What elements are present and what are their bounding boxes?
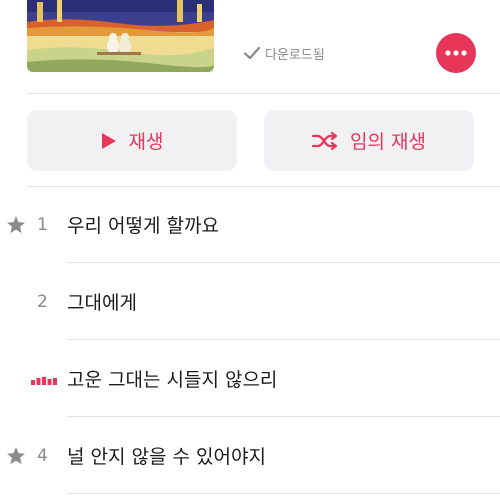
more-options-button[interactable] [436, 33, 476, 73]
album-artwork-painting [27, 0, 214, 72]
track-list: 1 우리 어떻게 할까요 2 그대에게 고운 그대는 시들지 않으리 4 널 안… [0, 186, 500, 494]
play-icon [101, 132, 117, 150]
track-title: 그대에게 [67, 292, 137, 314]
shuffle-button-label: 임의 재생 [350, 131, 426, 153]
download-status-label: 다운로드됨 [265, 47, 325, 63]
track-title: 고운 그대는 시들지 않으리 [67, 369, 278, 391]
track-lead: 4 [5, 417, 57, 494]
header-divider [27, 93, 500, 94]
track-row[interactable]: 4 널 안지 않을 수 있어야지 [0, 417, 500, 494]
shuffle-icon [312, 131, 338, 151]
track-title: 널 안지 않을 수 있어야지 [67, 446, 266, 468]
track-number: 4 [37, 445, 48, 466]
track-lead [5, 340, 57, 417]
track-lead: 2 [5, 263, 57, 340]
ellipsis-icon [445, 50, 467, 56]
star-icon [7, 446, 25, 464]
play-button[interactable]: 재생 [27, 110, 237, 171]
track-lead: 1 [5, 186, 57, 263]
album-artwork[interactable] [27, 0, 214, 72]
track-title: 우리 어떻게 할까요 [67, 215, 219, 237]
row-divider [67, 493, 500, 494]
track-row[interactable]: 1 우리 어떻게 할까요 [0, 186, 500, 263]
track-number: 2 [37, 291, 48, 312]
track-number: 1 [37, 214, 48, 235]
shuffle-button[interactable]: 임의 재생 [264, 110, 474, 171]
track-row[interactable]: 2 그대에게 [0, 263, 500, 340]
now-playing-equalizer-icon [31, 376, 57, 385]
play-button-label: 재생 [128, 131, 164, 153]
star-icon [7, 215, 25, 233]
download-status: 다운로드됨 [243, 43, 325, 63]
checkmark-icon [243, 46, 261, 60]
track-row-now-playing[interactable]: 고운 그대는 시들지 않으리 [0, 340, 500, 417]
album-detail-page: 다운로드됨 재생 임의 재생 1 우리 어떻게 할까요 2 그대에게 고운 그대… [0, 0, 500, 500]
